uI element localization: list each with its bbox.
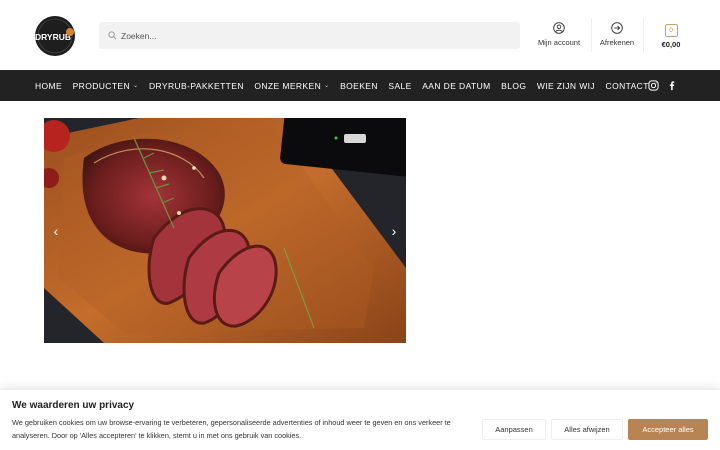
- nav-label: DRYRUB-PAKKETTEN: [148, 80, 244, 91]
- account-label: Mijn account: [537, 38, 581, 47]
- hero-image-steak: [44, 118, 406, 343]
- chevron-down-icon: ⌄: [324, 83, 330, 89]
- arrow-right-circle-icon: [611, 22, 623, 34]
- checkout-label: Afrekenen: [599, 38, 635, 47]
- chevron-down-icon: ⌄: [133, 83, 139, 89]
- chevron-right-icon: ›: [391, 223, 397, 239]
- cookie-title: We waarderen uw privacy: [12, 400, 135, 411]
- svg-text:DRYRUB: DRYRUB: [35, 32, 71, 42]
- accept-all-button[interactable]: Accepteer alles: [628, 419, 708, 440]
- instagram-icon[interactable]: [648, 80, 659, 91]
- nav-item-blog[interactable]: BLOG: [501, 81, 526, 91]
- customize-button[interactable]: Aanpassen: [482, 419, 546, 440]
- nav-label: CONTACT: [605, 80, 649, 91]
- hero-slider: ‹ ›: [44, 118, 406, 343]
- nav-label: BLOG: [501, 80, 527, 91]
- nav-label: PRODUCTEN: [72, 80, 131, 91]
- shopping-bag-icon: 0: [664, 24, 678, 37]
- site-header: DRYRUB Mijn account Afrekenen 0 €: [0, 0, 720, 70]
- nav-item-dryrub-pakketten[interactable]: DRYRUB-PAKKETTEN: [149, 81, 244, 91]
- main-navigation: HOME PRODUCTEN ⌄ DRYRUB-PAKKETTEN ONZE ME…: [0, 70, 720, 101]
- nav-label: WIE ZIJN WIJ: [536, 80, 596, 91]
- search-bar[interactable]: [99, 22, 520, 49]
- nav-item-onze-merken[interactable]: ONZE MERKEN ⌄: [254, 81, 329, 91]
- reject-all-button[interactable]: Alles afwijzen: [551, 419, 623, 440]
- nav-item-aan-de-datum[interactable]: AAN DE DATUM: [422, 81, 490, 91]
- checkout-link[interactable]: Afrekenen: [595, 22, 639, 52]
- slider-next-button[interactable]: ›: [387, 222, 401, 240]
- header-divider: [591, 18, 592, 52]
- nav-label: HOME: [35, 80, 63, 91]
- nav-label: AAN DE DATUM: [422, 80, 491, 91]
- cart-total: €0,00: [661, 40, 681, 49]
- nav-label: ONZE MERKEN: [254, 80, 322, 91]
- cookie-text: We gebruiken cookies om uw browse-ervari…: [12, 418, 451, 440]
- account-link[interactable]: Mijn account: [532, 22, 586, 52]
- cart-count: 0: [669, 27, 673, 34]
- cookie-consent-banner: We waarderen uw privacy We gebruiken coo…: [0, 390, 720, 450]
- nav-item-home[interactable]: HOME: [35, 81, 62, 91]
- header-divider: [643, 18, 644, 52]
- nav-item-producten[interactable]: PRODUCTEN ⌄: [73, 81, 139, 91]
- search-input[interactable]: [121, 30, 501, 41]
- facebook-icon[interactable]: [666, 80, 677, 91]
- cart-link[interactable]: 0 €0,00: [655, 22, 687, 52]
- nav-item-wie-zijn-wij[interactable]: WIE ZIJN WIJ: [537, 81, 595, 91]
- nav-label: BOEKEN: [340, 80, 378, 91]
- nav-item-boeken[interactable]: BOEKEN: [340, 81, 378, 91]
- user-icon: [553, 22, 565, 34]
- search-icon: [108, 31, 117, 40]
- nav-item-contact[interactable]: CONTACT: [606, 81, 649, 91]
- social-links: [648, 80, 677, 91]
- slider-prev-button[interactable]: ‹: [49, 222, 63, 240]
- nav-item-sale[interactable]: SALE: [388, 81, 411, 91]
- nav-label: SALE: [388, 80, 412, 91]
- chevron-left-icon: ‹: [53, 223, 59, 239]
- dryrub-logo[interactable]: DRYRUB: [34, 15, 76, 57]
